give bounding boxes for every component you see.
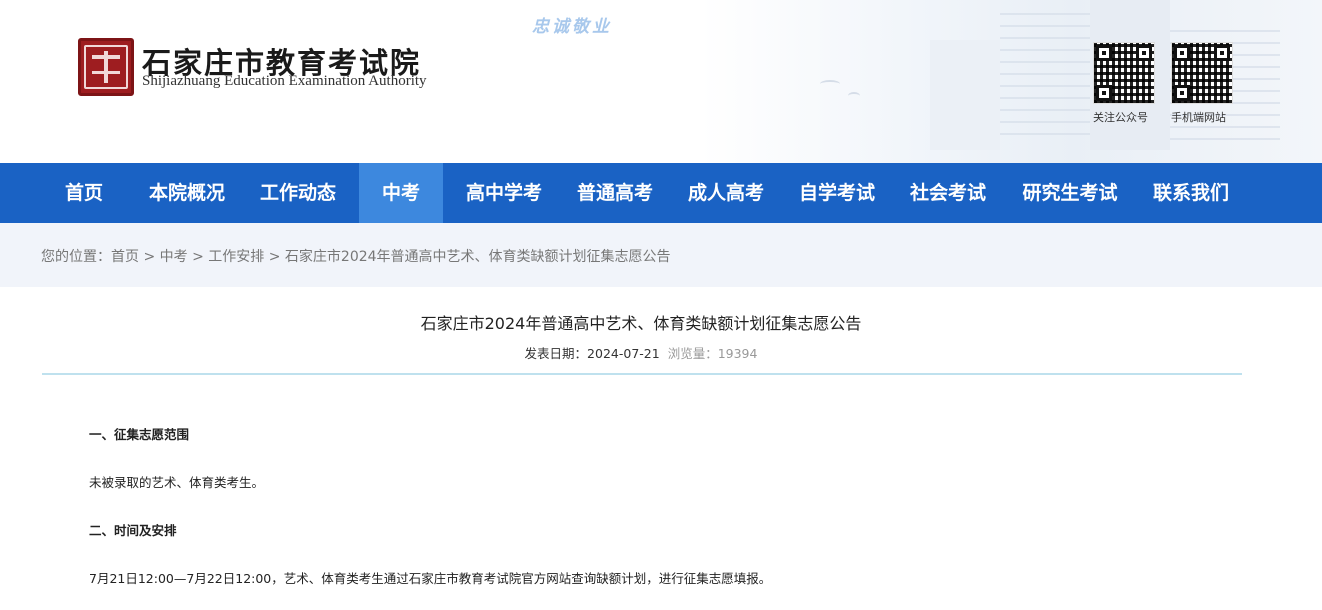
nav-item-adult-exam[interactable]: 成人高考 bbox=[676, 163, 776, 223]
nav-item-graduate[interactable]: 研究生考试 bbox=[1009, 163, 1131, 223]
views-label: 浏览量： bbox=[667, 346, 718, 361]
breadcrumb-separator: > bbox=[139, 249, 160, 265]
breadcrumb-current: 石家庄市2024年普通高中艺术、体育类缺额计划征集志愿公告 bbox=[284, 249, 671, 265]
bird-decoration bbox=[848, 92, 860, 100]
main-nav: 首页 本院概况 工作动态 中考 高中学考 普通高考 成人高考 自学考试 社会考试… bbox=[0, 163, 1322, 223]
bird-decoration bbox=[820, 80, 840, 88]
slogan: 忠诚敬业 bbox=[532, 17, 612, 37]
logo-seal-icon[interactable] bbox=[78, 38, 134, 96]
section-heading: 二、时间及安排 bbox=[89, 523, 177, 538]
publish-date: 2024-07-21 bbox=[587, 346, 660, 361]
breadcrumb-link-home[interactable]: 首页 bbox=[111, 249, 139, 265]
nav-item-xuekao[interactable]: 高中学考 bbox=[454, 163, 554, 223]
breadcrumb-link-work[interactable]: 工作安排 bbox=[208, 249, 264, 265]
qr-code-icon bbox=[1093, 42, 1155, 104]
breadcrumb-prefix: 您的位置： bbox=[41, 249, 111, 265]
nav-item-self-study[interactable]: 自学考试 bbox=[787, 163, 887, 223]
nav-item-gaokao[interactable]: 普通高考 bbox=[565, 163, 665, 223]
section-heading: 一、征集志愿范围 bbox=[89, 427, 190, 442]
breadcrumb-link-zhongkao[interactable]: 中考 bbox=[160, 249, 188, 265]
nav-item-zhongkao[interactable]: 中考 bbox=[359, 163, 443, 223]
breadcrumb: 您的位置：首页 > 中考 > 工作安排 > 石家庄市2024年普通高中艺术、体育… bbox=[41, 246, 671, 266]
org-name-en[interactable]: Shijiazhuang Education Examination Autho… bbox=[142, 73, 427, 90]
breadcrumb-bar: 您的位置：首页 > 中考 > 工作安排 > 石家庄市2024年普通高中艺术、体育… bbox=[0, 223, 1322, 287]
divider bbox=[42, 373, 1242, 375]
nav-item-news[interactable]: 工作动态 bbox=[248, 163, 348, 223]
paragraph: 未被录取的艺术、体育类考生。 bbox=[89, 475, 265, 490]
view-count: 19394 bbox=[717, 346, 758, 361]
qr-label-mobile: 手机端网站 bbox=[1171, 111, 1226, 124]
building-illustration bbox=[1000, 10, 1090, 145]
nav-item-contact[interactable]: 联系我们 bbox=[1141, 163, 1241, 223]
site-header: 忠诚敬业 石家庄市教育考试院 Shijiazhuang Education Ex… bbox=[0, 0, 1322, 163]
breadcrumb-separator: > bbox=[187, 249, 209, 265]
nav-item-home[interactable]: 首页 bbox=[42, 163, 126, 223]
article-meta: 发表日期：2024-07-21 浏览量：19394 bbox=[0, 343, 1282, 362]
building-illustration bbox=[930, 40, 1000, 150]
paragraph: 7月21日12:00—7月22日12:00，艺术、体育类考生通过石家庄市教育考试… bbox=[89, 571, 772, 586]
qr-label-wechat: 关注公众号 bbox=[1093, 111, 1148, 124]
qr-code-icon bbox=[1171, 42, 1233, 104]
article-title: 石家庄市2024年普通高中艺术、体育类缺额计划征集志愿公告 bbox=[420, 314, 862, 333]
date-label: 发表日期： bbox=[524, 346, 588, 361]
nav-item-social-exam[interactable]: 社会考试 bbox=[898, 163, 998, 223]
nav-item-about[interactable]: 本院概况 bbox=[137, 163, 237, 223]
breadcrumb-separator: > bbox=[264, 249, 285, 265]
